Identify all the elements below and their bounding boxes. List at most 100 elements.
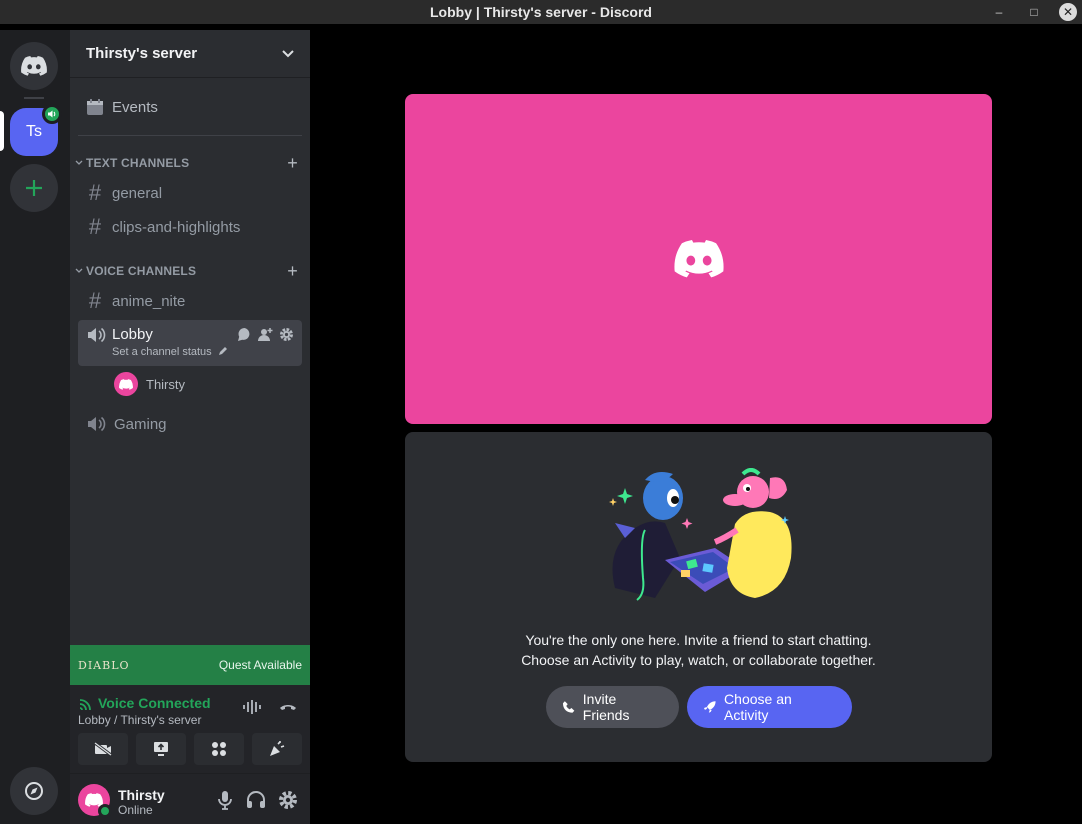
chevron-down-icon xyxy=(282,49,294,57)
microphone-icon[interactable] xyxy=(216,790,234,810)
gear-icon[interactable] xyxy=(279,327,294,342)
channel-general[interactable]: # general xyxy=(78,177,302,209)
text-channels-category[interactable]: TEXT CHANNELS + xyxy=(74,153,302,174)
active-server-indicator xyxy=(0,111,4,151)
invite-friends-label: Invite Friends xyxy=(582,691,630,723)
chat-bubble-icon[interactable] xyxy=(237,327,252,342)
voice-status-title: Voice Connected xyxy=(98,695,211,711)
plus-icon xyxy=(26,180,42,196)
chevron-down-icon xyxy=(75,268,83,273)
channel-status-text: Set a channel status xyxy=(112,346,212,358)
user-settings-gear-icon[interactable] xyxy=(278,790,298,810)
minimize-button[interactable]: – xyxy=(990,3,1008,21)
user-name: Thirsty xyxy=(118,787,165,803)
empty-state-message: You're the only one here. Invite a frien… xyxy=(405,630,992,670)
friends-playing-illustration xyxy=(609,468,792,601)
sidebar-divider xyxy=(78,135,302,136)
create-text-channel-button[interactable]: + xyxy=(287,153,298,174)
channel-actions xyxy=(237,327,294,342)
participant-name: Thirsty xyxy=(146,376,185,392)
discord-logo-icon xyxy=(119,378,133,390)
game-logo: DIABLO xyxy=(78,658,130,672)
voice-participant[interactable]: Thirsty xyxy=(114,372,185,396)
hash-icon: # xyxy=(88,214,102,239)
user-status: Online xyxy=(118,803,153,817)
quest-banner[interactable]: DIABLO Quest Available xyxy=(70,645,310,685)
server-rail: Ts xyxy=(0,30,70,824)
avatar xyxy=(114,372,138,396)
speaker-icon xyxy=(88,416,106,432)
server-header[interactable]: Thirsty's server xyxy=(70,30,310,78)
channel-label: Lobby xyxy=(112,326,153,343)
empty-state-line-2: Choose an Activity to play, watch, or co… xyxy=(521,652,876,668)
server-icon-thirstys-server[interactable]: Ts xyxy=(10,104,62,156)
channel-label: clips-and-highlights xyxy=(112,218,241,236)
discover-button[interactable] xyxy=(10,767,58,815)
rocket-icon xyxy=(703,701,716,713)
quest-label: Quest Available xyxy=(218,658,302,672)
maximize-button[interactable]: □ xyxy=(1025,3,1043,21)
signal-icon xyxy=(79,699,91,710)
channel-clips-and-highlights[interactable]: # clips-and-highlights xyxy=(78,211,302,243)
activities-icon xyxy=(212,742,226,756)
soundboard-button[interactable] xyxy=(252,733,302,765)
user-video-tile[interactable] xyxy=(405,94,992,424)
screen-share-icon xyxy=(154,742,168,756)
close-button[interactable]: ✕ xyxy=(1059,3,1077,21)
chevron-down-icon xyxy=(75,160,83,165)
online-status-dot xyxy=(98,804,112,818)
empty-state-card: You're the only one here. Invite a frien… xyxy=(405,432,992,762)
voice-connection-panel: Voice Connected Lobby / Thirsty's server xyxy=(70,685,310,773)
channel-status[interactable]: Set a channel status xyxy=(112,346,228,358)
channel-sidebar: Thirsty's server Events TEXT CHANNELS + … xyxy=(70,30,310,824)
speaker-icon xyxy=(88,327,106,343)
channel-anime-nite[interactable]: # anime_nite xyxy=(78,285,302,317)
voice-actions xyxy=(242,699,298,715)
category-label: TEXT CHANNELS xyxy=(86,156,190,170)
camera-button[interactable] xyxy=(78,733,128,765)
server-initials: Ts xyxy=(26,123,42,140)
category-label: VOICE CHANNELS xyxy=(86,264,197,278)
channel-lobby[interactable]: Lobby Set a channel status xyxy=(78,320,302,366)
empty-state-line-1: You're the only one here. Invite a frien… xyxy=(525,632,872,648)
voice-channels-category[interactable]: VOICE CHANNELS + xyxy=(74,261,302,282)
empty-state-actions: Invite Friends Choose an Activity xyxy=(405,686,992,728)
invite-friends-button[interactable]: Invite Friends xyxy=(545,686,679,728)
discord-logo-icon xyxy=(21,56,47,76)
screen-share-button[interactable] xyxy=(136,733,186,765)
channel-label: anime_nite xyxy=(112,292,186,310)
channel-gaming[interactable]: Gaming xyxy=(78,408,302,440)
compass-icon xyxy=(25,782,43,800)
window-title: Lobby | Thirsty's server - Discord xyxy=(430,4,652,20)
choose-activity-label: Choose an Activity xyxy=(724,691,792,723)
create-voice-channel-button[interactable]: + xyxy=(287,261,298,282)
user-panel: Thirsty Online xyxy=(70,773,310,824)
voice-media-buttons xyxy=(78,733,302,765)
events-label: Events xyxy=(112,98,158,116)
voice-status[interactable]: Voice Connected xyxy=(78,695,211,711)
invite-user-icon[interactable] xyxy=(258,327,273,342)
camera-off-icon xyxy=(94,741,112,757)
disconnect-icon[interactable] xyxy=(278,699,298,715)
window-titlebar: Lobby | Thirsty's server - Discord – □ ✕ xyxy=(0,0,1082,24)
rail-separator xyxy=(24,97,44,99)
soundboard-icon xyxy=(270,741,285,756)
channel-label: Gaming xyxy=(114,415,167,433)
voice-location[interactable]: Lobby / Thirsty's server xyxy=(78,713,201,727)
add-server-button[interactable] xyxy=(10,164,58,212)
noise-suppression-icon[interactable] xyxy=(242,699,262,715)
events-item[interactable]: Events xyxy=(78,92,302,122)
activities-button[interactable] xyxy=(194,733,244,765)
server-name: Thirsty's server xyxy=(86,45,198,62)
channel-label: general xyxy=(112,184,163,202)
voice-stage: You're the only one here. Invite a frien… xyxy=(310,30,1082,824)
hash-icon: # xyxy=(88,288,102,313)
pencil-icon xyxy=(218,347,227,355)
calendar-icon xyxy=(87,99,103,115)
choose-activity-button[interactable]: Choose an Activity xyxy=(686,686,852,728)
phone-icon xyxy=(562,701,574,713)
headphones-icon[interactable] xyxy=(246,790,266,810)
discord-logo-icon xyxy=(673,240,724,278)
user-controls xyxy=(216,790,298,810)
home-button[interactable] xyxy=(10,42,58,90)
